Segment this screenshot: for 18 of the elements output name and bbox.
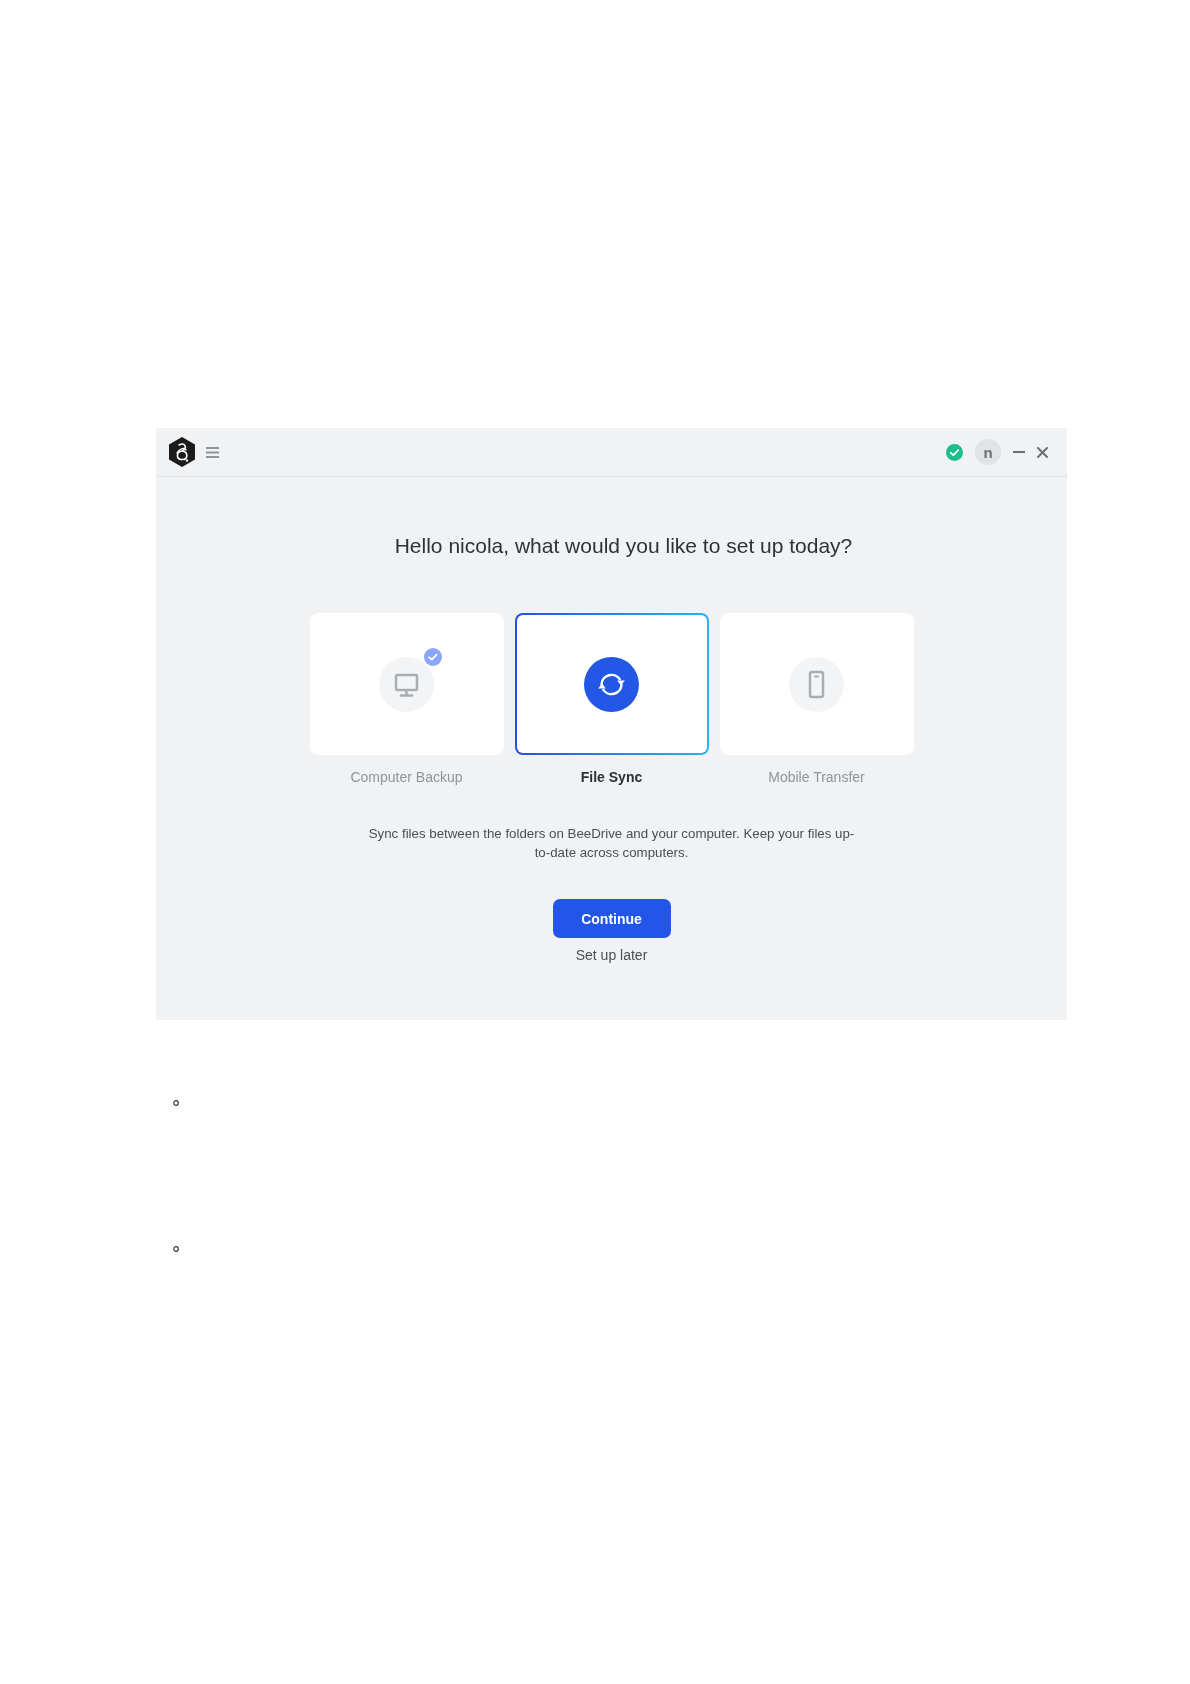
menu-icon[interactable] — [206, 446, 219, 458]
monitor-icon — [379, 656, 434, 712]
phone-icon — [789, 656, 844, 712]
option-label: Computer Backup — [350, 768, 463, 786]
option-card[interactable] — [514, 613, 709, 755]
sync-icon — [584, 656, 639, 712]
set-up-later-link[interactable]: Set up later — [575, 946, 648, 964]
bullet-icon — [173, 1246, 179, 1252]
description: Sync files between the folders on BeeDrive and your computer. Keep your files up-to-date across computers. — [367, 825, 856, 862]
bullet-icon — [173, 1100, 179, 1106]
option-label: File Sync — [580, 768, 643, 786]
continue-button[interactable]: Continue — [552, 899, 671, 938]
avatar[interactable]: n — [975, 439, 1001, 465]
close-icon[interactable] — [1037, 446, 1048, 458]
hexagon-logo-icon — [168, 437, 196, 467]
heading: Hello nicola, what would you like to set up today? — [394, 533, 853, 558]
option-label: Mobile Transfer — [768, 768, 865, 786]
check-status-icon — [946, 443, 963, 461]
